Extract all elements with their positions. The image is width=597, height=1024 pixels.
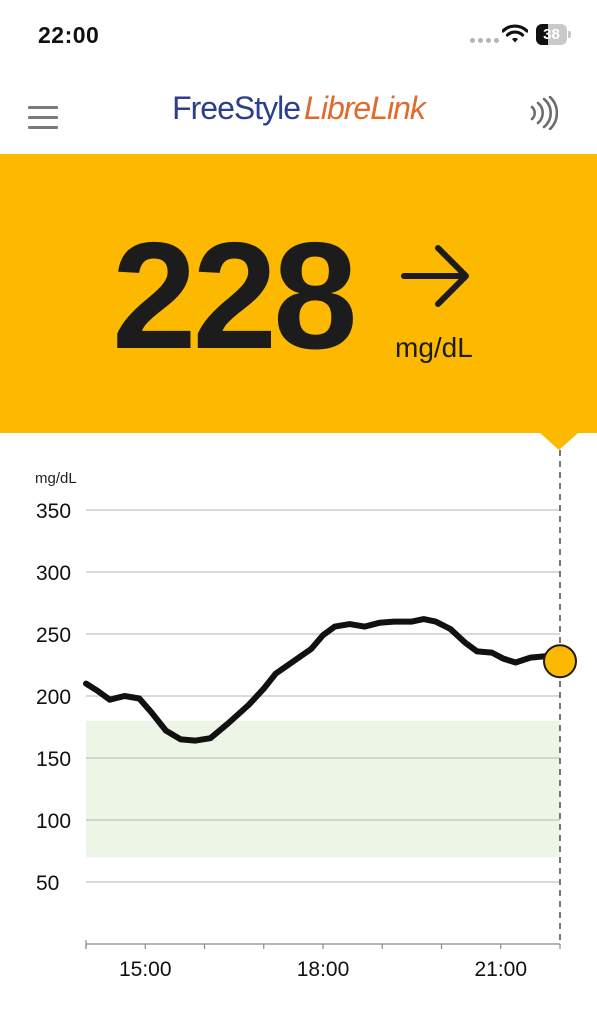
glucose-history-chart: 50 100 150 200 250 300 350 15:00 18:00 21:00 [36,450,577,981]
y-tick-label-350: 350 [36,500,71,523]
current-reading-marker [543,644,577,679]
y-tick-label-50: 50 [36,872,59,895]
y-tick-label-100: 100 [36,810,71,833]
y-tick-label-150: 150 [36,748,71,771]
y-tick-label-200: 200 [36,686,71,709]
y-tick-label-300: 300 [36,562,71,585]
x-tick-label-21: 21:00 [474,958,527,981]
y-tick-label-250: 250 [36,624,71,647]
x-tick-label-15: 15:00 [119,958,172,981]
target-range-band [86,720,560,858]
x-tick-label-18: 18:00 [297,958,350,981]
